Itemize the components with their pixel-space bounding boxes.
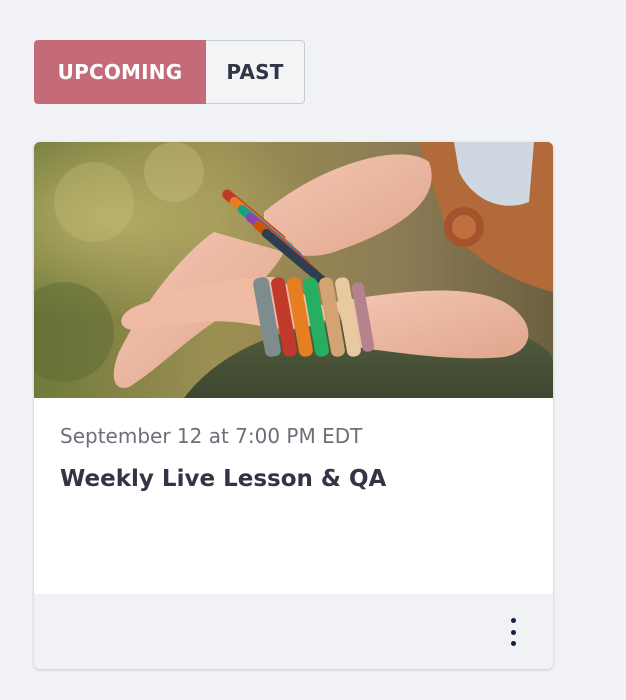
tab-upcoming[interactable]: UPCOMING xyxy=(34,40,206,104)
tab-past[interactable]: PAST xyxy=(206,40,305,104)
event-card-footer xyxy=(34,594,553,669)
event-title[interactable]: Weekly Live Lesson & QA xyxy=(60,466,386,492)
more-vertical-icon xyxy=(510,641,516,646)
more-vertical-icon xyxy=(510,629,516,635)
event-image xyxy=(34,142,553,398)
event-card-body: September 12 at 7:00 PM EDT Weekly Live … xyxy=(34,398,553,594)
event-card[interactable]: September 12 at 7:00 PM EDT Weekly Live … xyxy=(34,142,553,669)
event-tabs: UPCOMING PAST xyxy=(34,40,305,104)
more-vertical-icon xyxy=(510,618,516,623)
more-options-button[interactable] xyxy=(503,618,523,646)
event-date: September 12 at 7:00 PM EDT xyxy=(60,424,363,448)
